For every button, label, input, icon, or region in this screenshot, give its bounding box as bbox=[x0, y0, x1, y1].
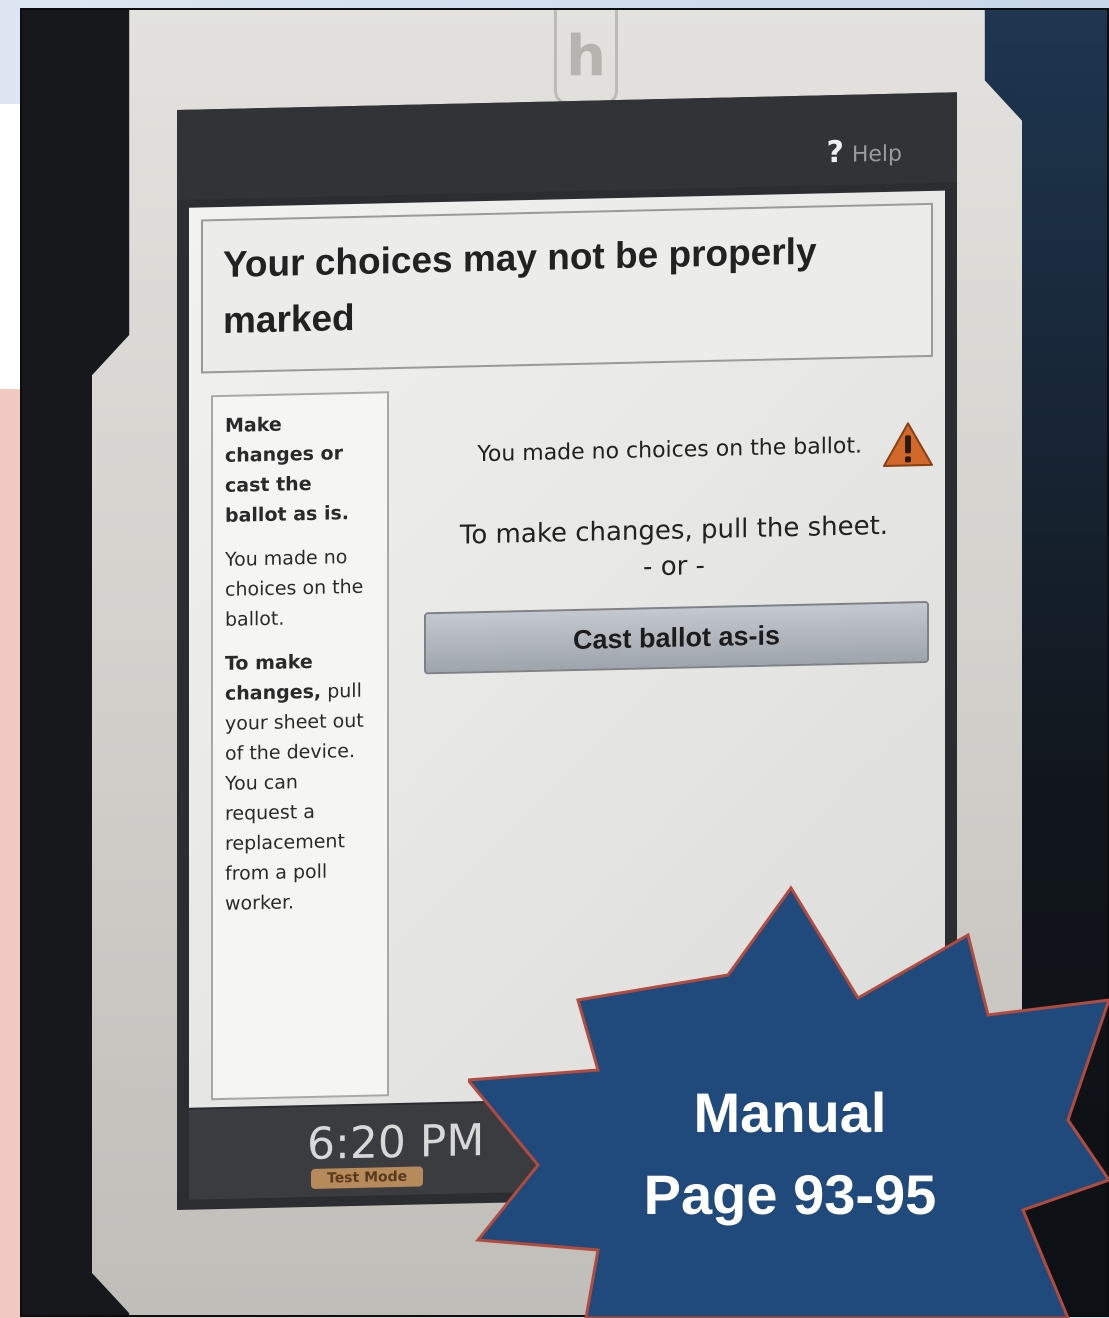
sidebar-instruction: To make changes, pull your sheet out of … bbox=[225, 646, 375, 919]
page-title: Your choices may not be properly marked bbox=[223, 230, 817, 341]
sidebar-instruction-rest: pull your sheet out of the device. You c… bbox=[225, 679, 364, 915]
test-mode-badge: Test Mode bbox=[311, 1166, 424, 1189]
no-choices-message: You made no choices on the ballot. bbox=[477, 432, 862, 467]
header-box: Your choices may not be properly marked bbox=[201, 202, 933, 374]
sidebar-message: You made no choices on the ballot. bbox=[225, 546, 364, 631]
device-logo-icon: h bbox=[554, 10, 618, 105]
main-panel: You made no choices on the ballot. To ma… bbox=[414, 381, 934, 675]
help-button[interactable]: ? Help bbox=[826, 134, 902, 171]
manual-callout-text: Manual Page 93-95 bbox=[580, 1072, 1000, 1236]
help-icon: ? bbox=[826, 134, 844, 171]
sidebar-instruction-bold: To make changes, bbox=[225, 650, 322, 705]
help-sidebar: Make changes or cast the ballot as is. Y… bbox=[211, 391, 389, 1101]
callout-line-2: Page 93-95 bbox=[643, 1163, 937, 1226]
no-choices-message-row: You made no choices on the ballot. bbox=[414, 421, 934, 479]
warning-triangle-icon bbox=[883, 422, 933, 467]
screen-top-bar: ? Help bbox=[177, 92, 957, 200]
instruction-block: To make changes, pull the sheet. - or - bbox=[414, 507, 934, 591]
callout-line-1: Manual bbox=[693, 1081, 887, 1144]
cast-ballot-button[interactable]: Cast ballot as-is bbox=[424, 600, 929, 675]
clock-display: 6:20 PM bbox=[307, 1115, 485, 1171]
help-label: Help bbox=[851, 141, 902, 168]
sidebar-heading: Make changes or cast the ballot as is. bbox=[225, 413, 349, 527]
